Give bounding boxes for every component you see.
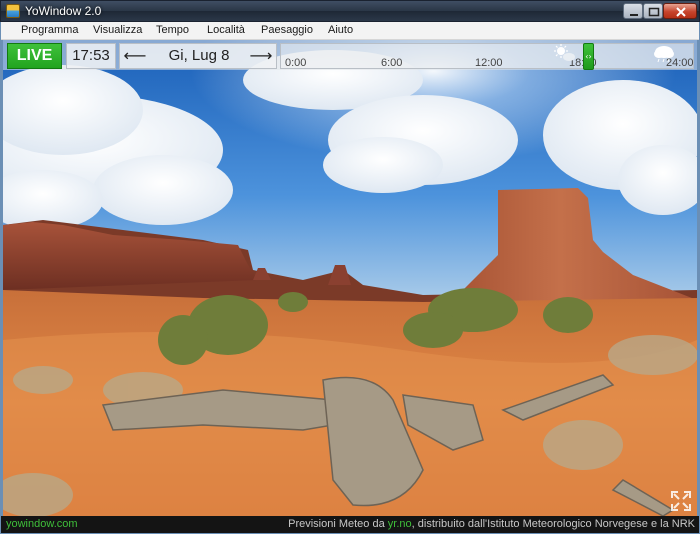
- timeline-slider-handle[interactable]: ‹›: [583, 43, 594, 70]
- status-bar: yowindow.com Previsioni Meteo da yr.no, …: [1, 516, 699, 533]
- live-button[interactable]: LIVE: [7, 43, 62, 69]
- date-navigator: ⟵ Gi, Lug 8 ⟶: [119, 43, 277, 69]
- next-day-button[interactable]: ⟶: [249, 46, 273, 66]
- previous-day-button[interactable]: ⟵: [123, 46, 147, 66]
- menu-aiuto[interactable]: Aiuto: [328, 24, 353, 36]
- timeline-tick: 6:00: [381, 57, 403, 69]
- app-icon: [6, 4, 20, 18]
- date-label: Gi, Lug 8: [168, 47, 230, 64]
- yowindow-link[interactable]: yowindow.com: [6, 518, 78, 530]
- landscape-illustration: [3, 40, 697, 516]
- credits-suffix: , distribuito dall'Istituto Meteorologic…: [411, 518, 695, 530]
- menu-visualizza[interactable]: Visualizza: [93, 24, 142, 36]
- credits-prefix: Previsioni Meteo da: [288, 518, 388, 530]
- maximize-button[interactable]: [643, 3, 663, 19]
- fullscreen-icon[interactable]: [670, 490, 692, 512]
- timeline-tick: 0:00: [285, 57, 307, 69]
- menu-bar: Programma Visualizza Tempo Località Paes…: [1, 22, 699, 40]
- sun-icon: [554, 44, 575, 61]
- minimize-button[interactable]: [623, 3, 643, 19]
- menu-programma[interactable]: Programma: [21, 24, 78, 36]
- cloud-rain-icon: [654, 46, 674, 63]
- menu-paesaggio[interactable]: Paesaggio: [261, 24, 313, 36]
- close-button[interactable]: [663, 3, 697, 19]
- day-timeline[interactable]: 0:00 6:00 12:00 18:00 24:00 ‹›: [280, 43, 694, 70]
- yr-link[interactable]: yr.no: [388, 518, 412, 530]
- title-bar: YoWindow 2.0: [0, 0, 700, 22]
- menu-tempo[interactable]: Tempo: [156, 24, 189, 36]
- control-strip: LIVE 17:53 ⟵ Gi, Lug 8 ⟶ 0:00 6:00 12:00…: [3, 40, 697, 70]
- landscape-scene: [3, 40, 697, 516]
- current-time: 17:53: [66, 43, 116, 69]
- forecast-credits: Previsioni Meteo da yr.no, distribuito d…: [288, 518, 695, 530]
- timeline-tick: 12:00: [475, 57, 503, 69]
- menu-localita[interactable]: Località: [207, 24, 245, 36]
- window-title: YoWindow 2.0: [25, 4, 102, 18]
